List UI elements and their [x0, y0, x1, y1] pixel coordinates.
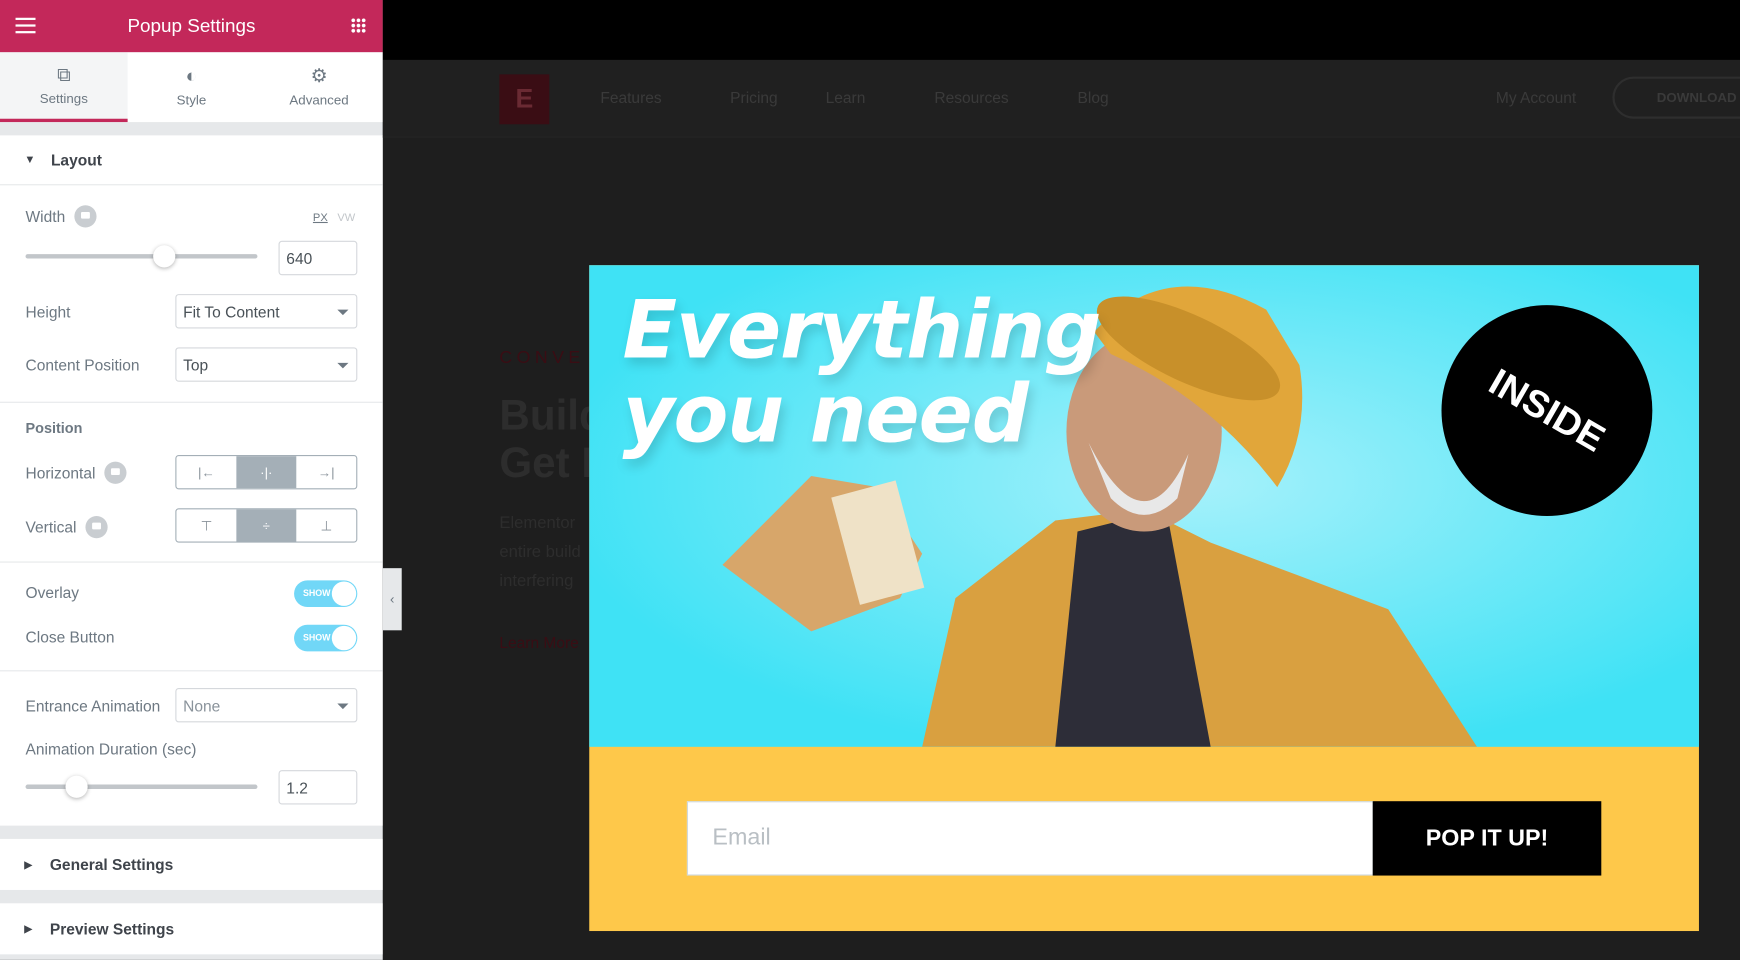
preview-canvas: E Features Pricing Learn Resources Blog … [382, 0, 1740, 960]
width-input[interactable]: 640 [278, 240, 358, 276]
elementor-logo: E [499, 74, 550, 125]
entrance-animation-label: Entrance Animation [25, 696, 161, 715]
popup-headline: Everything you need [622, 282, 1102, 461]
horizontal-label-row: Horizontal [0, 461, 152, 484]
align-right-icon[interactable]: →| [296, 456, 356, 488]
preview-topbar [382, 0, 1740, 60]
overlay-toggle[interactable]: SHOW [294, 580, 358, 608]
align-bottom-icon[interactable]: ⊥ [296, 509, 356, 541]
content-position-select[interactable]: Top [175, 347, 358, 382]
body-line: interfering [499, 571, 574, 591]
gear-icon: ⚙ [310, 65, 328, 87]
vertical-choice: ⊤ ÷ ⊥ [175, 508, 358, 543]
preview-settings-section[interactable]: ▶ Preview Settings [0, 903, 383, 955]
half-circle-icon: ◐ [185, 65, 198, 87]
eyebrow-text: CONVE [499, 348, 585, 368]
unit-vw[interactable]: VW [337, 212, 355, 224]
height-select[interactable]: Fit To Content [175, 294, 358, 329]
slider-handle[interactable] [65, 775, 88, 798]
nav-blog[interactable]: Blog [1078, 89, 1109, 107]
slider-handle[interactable] [153, 245, 176, 268]
width-slider[interactable] [25, 245, 258, 268]
body-line: Elementor [499, 513, 576, 533]
responsive-desktop-icon[interactable] [85, 516, 108, 539]
collapse-panel-handle[interactable]: ‹ [382, 568, 402, 631]
unit-px[interactable]: PX [313, 212, 328, 224]
headline-line-2: you need [622, 367, 1029, 461]
vertical-label: Vertical [25, 518, 77, 536]
nav-learn[interactable]: Learn [826, 89, 866, 107]
horizontal-label: Horizontal [25, 463, 96, 482]
animation-duration-slider[interactable] [25, 775, 258, 798]
nav-my-account[interactable]: My Account [1496, 89, 1576, 107]
width-label-row: Width [0, 205, 122, 228]
section-title: Layout [50, 150, 102, 169]
entrance-animation-select[interactable]: None [175, 688, 358, 723]
overlay-label: Overlay [25, 583, 80, 602]
tab-label: Advanced [289, 92, 349, 108]
general-settings-section[interactable]: ▶ General Settings [0, 838, 383, 890]
divider [0, 401, 383, 403]
site-nav: E Features Pricing Learn Resources Blog … [382, 59, 1740, 138]
section-title: General Settings [49, 855, 174, 874]
responsive-desktop-icon[interactable] [104, 461, 127, 484]
badge-text: INSIDE [1482, 360, 1613, 460]
email-input[interactable]: Email [686, 801, 1374, 876]
nav-pricing[interactable]: Pricing [730, 89, 777, 107]
divider [0, 561, 383, 563]
section-title: Preview Settings [49, 919, 175, 938]
layout-section: ▼ Layout Width PX VW 640 Height Fit To Co… [0, 135, 383, 826]
caret-right-icon: ▶ [24, 922, 33, 934]
caret-down-icon: ▼ [24, 153, 36, 166]
nav-resources[interactable]: Resources [934, 89, 1008, 107]
align-left-icon[interactable]: |← [176, 456, 236, 488]
height-label: Height [25, 302, 71, 321]
inside-badge: INSIDE [1441, 305, 1653, 517]
content-position-label: Content Position [25, 356, 140, 374]
tab-label: Style [176, 92, 207, 108]
align-middle-icon[interactable]: ÷ [236, 509, 297, 542]
divider [0, 670, 383, 672]
panel-title: Popup Settings [127, 14, 256, 37]
headline-line-1: Everything [622, 282, 1102, 377]
align-center-icon[interactable]: ·|· [236, 456, 297, 489]
nav-features[interactable]: Features [600, 89, 661, 107]
tab-label: Settings [39, 90, 88, 106]
hamburger-menu-icon[interactable] [15, 17, 36, 34]
chevron-left-icon: ‹ [390, 591, 395, 608]
width-label: Width [25, 207, 66, 226]
position-heading: Position [25, 419, 83, 437]
editor-panel: Popup Settings ⧉ Settings ◐ Style ⚙ Advance… [0, 0, 383, 960]
animation-duration-input[interactable]: 1.2 [278, 770, 358, 805]
animation-duration-label: Animation Duration (sec) [25, 740, 197, 758]
responsive-desktop-icon[interactable] [74, 205, 97, 228]
layout-section-header[interactable]: ▼ Layout [0, 135, 383, 186]
vertical-label-row: Vertical [0, 516, 133, 539]
tab-settings[interactable]: ⧉ Settings [0, 52, 128, 123]
align-top-icon[interactable]: ⊤ [176, 509, 236, 541]
tab-advanced[interactable]: ⚙ Advanced [255, 52, 383, 122]
caret-right-icon: ▶ [24, 858, 33, 870]
popup: Everything you need INSIDE Email POP IT U… [589, 265, 1699, 932]
tab-style[interactable]: ◐ Style [128, 52, 256, 122]
close-button-toggle[interactable]: SHOW [294, 624, 358, 652]
download-button[interactable]: DOWNLOAD [1612, 76, 1740, 119]
pop-it-up-button[interactable]: POP IT UP! [1372, 801, 1602, 876]
body-line: entire build [499, 542, 581, 562]
panel-header: Popup Settings [0, 0, 383, 53]
settings-icon: ⧉ [57, 63, 71, 85]
close-button-label: Close Button [25, 628, 115, 646]
popup-hero-image: Everything you need INSIDE [589, 265, 1699, 747]
widgets-grid-icon[interactable] [350, 17, 367, 34]
learn-more-link[interactable]: Learn More [499, 634, 578, 652]
panel-tabs: ⧉ Settings ◐ Style ⚙ Advanced [0, 52, 383, 123]
horizontal-choice: |← ·|· →| [175, 454, 358, 490]
